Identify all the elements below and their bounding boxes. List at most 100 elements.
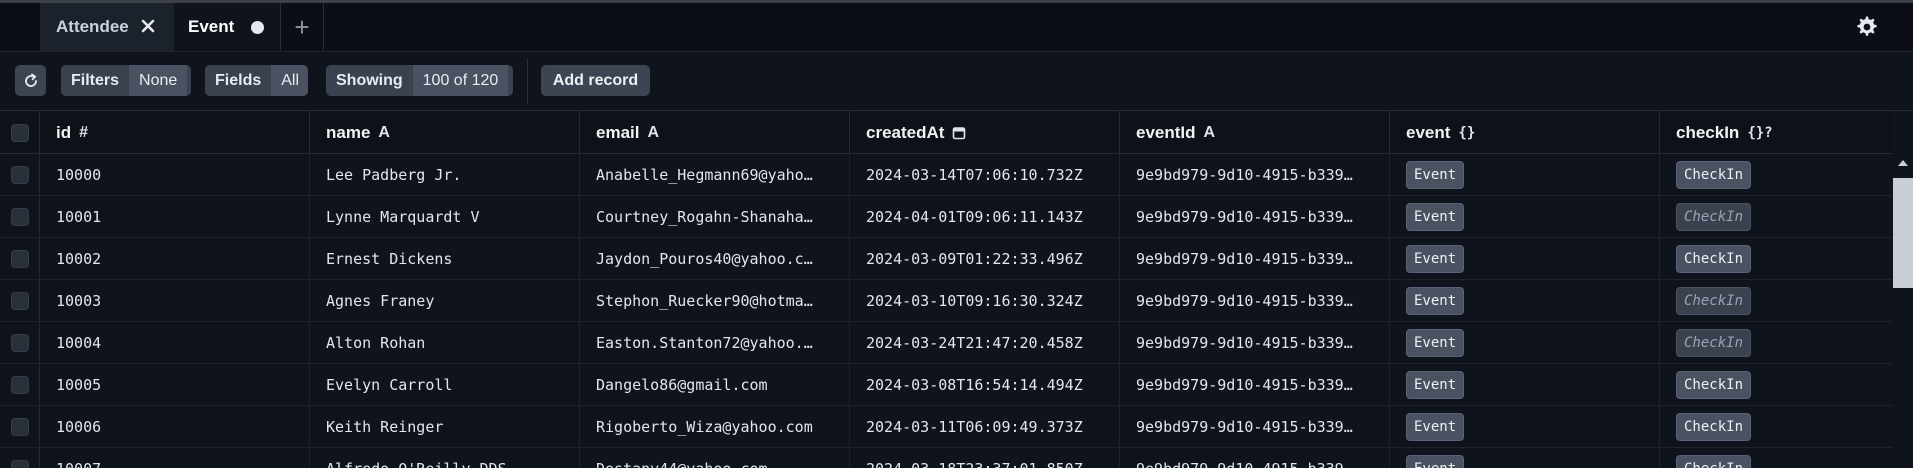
event-relation-chip[interactable]: Event bbox=[1406, 329, 1465, 357]
cell-eventid[interactable]: 9e9bd979-9d10-4915-b339… bbox=[1120, 280, 1390, 322]
cell-eventid[interactable]: 9e9bd979-9d10-4915-b339… bbox=[1120, 238, 1390, 280]
table-row[interactable]: 10006 Keith Reinger Rigoberto_Wiza@yahoo.c… bbox=[0, 406, 1893, 448]
cell-id[interactable]: 10001 bbox=[40, 196, 310, 238]
cell-id[interactable]: 10002 bbox=[40, 238, 310, 280]
checkin-relation-chip[interactable]: CheckIn bbox=[1676, 287, 1752, 315]
cell-createdat[interactable]: 2024-03-11T06:09:49.373Z bbox=[850, 406, 1120, 448]
cell-eventid[interactable]: 9e9bd979-9d10-4915-b339… bbox=[1120, 322, 1390, 364]
scroll-up-arrow-icon[interactable] bbox=[1898, 160, 1908, 166]
checkin-relation-chip[interactable]: CheckIn bbox=[1676, 161, 1752, 189]
filters-button[interactable]: Filters None bbox=[61, 65, 191, 96]
column-header-createdat[interactable]: createdAt bbox=[850, 111, 1120, 154]
cell-checkin[interactable]: CheckIn bbox=[1660, 364, 1893, 406]
table-row[interactable]: 10002 Ernest Dickens Jaydon_Pouros40@yahoo… bbox=[0, 238, 1893, 280]
add-tab-button[interactable]: + bbox=[281, 3, 323, 51]
cell-email[interactable]: Stephon_Ruecker90@hotma… bbox=[580, 280, 850, 322]
tab-event[interactable]: Event bbox=[174, 3, 280, 51]
cell-createdat[interactable]: 2024-04-01T09:06:11.143Z bbox=[850, 196, 1120, 238]
column-header-id[interactable]: id # bbox=[40, 111, 310, 154]
cell-event[interactable]: Event bbox=[1390, 406, 1660, 448]
cell-event[interactable]: Event bbox=[1390, 322, 1660, 364]
close-icon[interactable] bbox=[138, 16, 158, 36]
cell-email[interactable]: Jaydon_Pouros40@yahoo.c… bbox=[580, 238, 850, 280]
row-checkbox[interactable] bbox=[10, 334, 29, 352]
showing-button[interactable]: Showing 100 of 120 bbox=[326, 65, 513, 96]
select-all-checkbox[interactable] bbox=[10, 123, 29, 142]
cell-name[interactable]: Evelyn Carroll bbox=[310, 364, 580, 406]
cell-checkin[interactable]: CheckIn bbox=[1660, 448, 1893, 468]
cell-eventid[interactable]: 9e9bd979-9d10-4915-b339… bbox=[1120, 196, 1390, 238]
cell-id[interactable]: 10006 bbox=[40, 406, 310, 448]
table-row[interactable]: 10004 Alton Rohan Easton.Stanton72@yahoo.…… bbox=[0, 322, 1893, 364]
cell-name[interactable]: Alton Rohan bbox=[310, 322, 580, 364]
cell-event[interactable]: Event bbox=[1390, 238, 1660, 280]
cell-eventid[interactable]: 9e9bd979-9d10-4915-b339… bbox=[1120, 364, 1390, 406]
vertical-scrollbar[interactable] bbox=[1893, 154, 1913, 468]
cell-email[interactable]: Dangelo86@gmail.com bbox=[580, 364, 850, 406]
cell-name[interactable]: Ernest Dickens bbox=[310, 238, 580, 280]
refresh-button[interactable] bbox=[15, 65, 46, 96]
cell-id[interactable]: 10005 bbox=[40, 364, 310, 406]
cell-eventid[interactable]: 9e9bd979-9d10-4915-b339… bbox=[1120, 448, 1390, 468]
cell-name[interactable]: Agnes Franey bbox=[310, 280, 580, 322]
event-relation-chip[interactable]: Event bbox=[1406, 455, 1465, 468]
cell-createdat[interactable]: 2024-03-18T23:37:01.850Z bbox=[850, 448, 1120, 468]
cell-checkin[interactable]: CheckIn bbox=[1660, 196, 1893, 238]
cell-name[interactable]: Lee Padberg Jr. bbox=[310, 154, 580, 196]
cell-eventid[interactable]: 9e9bd979-9d10-4915-b339… bbox=[1120, 154, 1390, 196]
cell-email[interactable]: Easton.Stanton72@yahoo.… bbox=[580, 322, 850, 364]
unsaved-dot-icon[interactable] bbox=[251, 21, 264, 34]
column-header-eventid[interactable]: eventId A bbox=[1120, 111, 1390, 154]
cell-email[interactable]: Anabelle_Hegmann69@yaho… bbox=[580, 154, 850, 196]
cell-name[interactable]: Keith Reinger bbox=[310, 406, 580, 448]
table-row[interactable]: 10001 Lynne Marquardt V Courtney_Rogahn-Sh… bbox=[0, 196, 1893, 238]
event-relation-chip[interactable]: Event bbox=[1406, 413, 1465, 441]
cell-checkin[interactable]: CheckIn bbox=[1660, 280, 1893, 322]
cell-email[interactable]: Rigoberto_Wiza@yahoo.com bbox=[580, 406, 850, 448]
cell-checkin[interactable]: CheckIn bbox=[1660, 238, 1893, 280]
table-row[interactable]: 10000 Lee Padberg Jr. Anabelle_Hegmann69@y… bbox=[0, 154, 1893, 196]
cell-event[interactable]: Event bbox=[1390, 154, 1660, 196]
cell-id[interactable]: 10007 bbox=[40, 448, 310, 468]
cell-checkin[interactable]: CheckIn bbox=[1660, 322, 1893, 364]
checkin-relation-chip[interactable]: CheckIn bbox=[1676, 245, 1752, 273]
cell-id[interactable]: 10003 bbox=[40, 280, 310, 322]
cell-event[interactable]: Event bbox=[1390, 448, 1660, 468]
add-record-button[interactable]: Add record bbox=[541, 65, 650, 96]
event-relation-chip[interactable]: Event bbox=[1406, 371, 1465, 399]
cell-event[interactable]: Event bbox=[1390, 364, 1660, 406]
table-row[interactable]: 10003 Agnes Franey Stephon_Ruecker90@hotma… bbox=[0, 280, 1893, 322]
checkin-relation-chip[interactable]: CheckIn bbox=[1676, 329, 1752, 357]
row-checkbox[interactable] bbox=[10, 418, 29, 436]
checkin-relation-chip[interactable]: CheckIn bbox=[1676, 203, 1752, 231]
checkin-relation-chip[interactable]: CheckIn bbox=[1676, 371, 1752, 399]
cell-createdat[interactable]: 2024-03-14T07:06:10.732Z bbox=[850, 154, 1120, 196]
cell-event[interactable]: Event bbox=[1390, 196, 1660, 238]
cell-name[interactable]: Lynne Marquardt V bbox=[310, 196, 580, 238]
checkin-relation-chip[interactable]: CheckIn bbox=[1676, 455, 1752, 468]
cell-createdat[interactable]: 2024-03-09T01:22:33.496Z bbox=[850, 238, 1120, 280]
row-checkbox[interactable] bbox=[10, 250, 29, 268]
row-checkbox[interactable] bbox=[10, 460, 29, 468]
fields-button[interactable]: Fields All bbox=[205, 65, 308, 96]
gear-icon[interactable] bbox=[1855, 15, 1879, 39]
cell-checkin[interactable]: CheckIn bbox=[1660, 154, 1893, 196]
scrollbar-thumb[interactable] bbox=[1893, 178, 1913, 288]
checkin-relation-chip[interactable]: CheckIn bbox=[1676, 413, 1752, 441]
tab-attendee[interactable]: Attendee bbox=[40, 3, 174, 51]
column-header-name[interactable]: name A bbox=[310, 111, 580, 154]
cell-createdat[interactable]: 2024-03-24T21:47:20.458Z bbox=[850, 322, 1120, 364]
row-checkbox[interactable] bbox=[10, 166, 29, 184]
cell-createdat[interactable]: 2024-03-08T16:54:14.494Z bbox=[850, 364, 1120, 406]
column-header-checkin[interactable]: checkIn {}? bbox=[1660, 111, 1893, 154]
row-checkbox[interactable] bbox=[10, 292, 29, 310]
cell-email[interactable]: Courtney_Rogahn-Shanaha… bbox=[580, 196, 850, 238]
cell-createdat[interactable]: 2024-03-10T09:16:30.324Z bbox=[850, 280, 1120, 322]
event-relation-chip[interactable]: Event bbox=[1406, 161, 1465, 189]
table-row[interactable]: 10005 Evelyn Carroll Dangelo86@gmail.com 20… bbox=[0, 364, 1893, 406]
column-header-event[interactable]: event {} bbox=[1390, 111, 1660, 154]
event-relation-chip[interactable]: Event bbox=[1406, 203, 1465, 231]
cell-event[interactable]: Event bbox=[1390, 280, 1660, 322]
event-relation-chip[interactable]: Event bbox=[1406, 245, 1465, 273]
row-checkbox[interactable] bbox=[10, 208, 29, 226]
